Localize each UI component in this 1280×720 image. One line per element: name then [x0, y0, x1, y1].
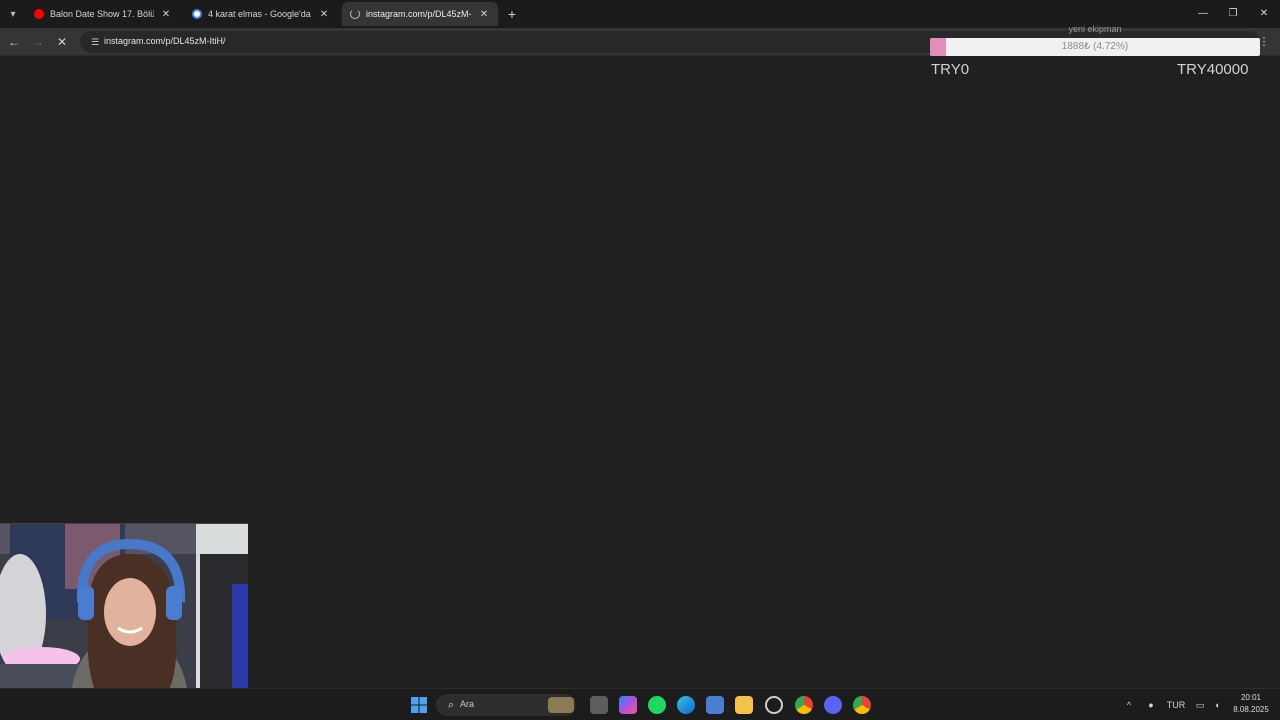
donation-progress-text: 1888₺ (4.72%): [1061, 41, 1129, 52]
clock-date: 8.08.2025: [1233, 705, 1269, 714]
windows-start-icon[interactable]: [410, 696, 428, 714]
discord-icon[interactable]: [824, 696, 842, 714]
tab-title: 4 karat elmas - Google'da Ara: [208, 9, 312, 19]
taskbar-search[interactable]: ⌕ Ara: [436, 694, 576, 716]
forward-icon[interactable]: →: [30, 34, 46, 50]
minimize-icon[interactable]: —: [1195, 6, 1211, 22]
donation-max-label: TRY40000: [1177, 61, 1249, 78]
close-window-icon[interactable]: ✕: [1256, 6, 1272, 22]
screen: ▾ Balon Date Show 17. Bölüm - YouTube ✕ …: [0, 0, 1280, 720]
google-icon: [192, 9, 202, 19]
search-icon: ⌕: [447, 699, 455, 711]
tab-youtube[interactable]: Balon Date Show 17. Bölüm - YouTube ✕: [26, 2, 180, 26]
tab-title: instagram.com/p/DL45zM-ItiH/: [366, 9, 472, 19]
restore-icon[interactable]: ❐: [1225, 6, 1241, 22]
search-placeholder: Ara: [460, 699, 475, 709]
chrome-active-icon[interactable]: [853, 696, 871, 714]
new-tab-icon[interactable]: +: [504, 6, 520, 22]
donation-goal-title: yeni ekipman: [1068, 24, 1122, 34]
network-icon[interactable]: ▭: [1193, 698, 1207, 712]
volume-icon[interactable]: ◖: [1210, 698, 1224, 712]
youtube-icon: [34, 9, 44, 19]
microphone-icon[interactable]: ●: [1144, 698, 1158, 712]
copilot-icon[interactable]: [619, 696, 637, 714]
close-tab-icon[interactable]: ✕: [478, 9, 490, 20]
donation-progress-bar: 1888₺ (4.72%): [930, 38, 1260, 56]
tab-title: Balon Date Show 17. Bölüm - YouTube: [50, 9, 154, 19]
language-indicator[interactable]: TUR: [1164, 698, 1188, 712]
stop-loading-icon[interactable]: ✕: [54, 34, 70, 50]
show-hidden-icons-icon[interactable]: ^: [1122, 698, 1136, 712]
site-info-icon[interactable]: ☰: [88, 35, 102, 49]
tab-google[interactable]: 4 karat elmas - Google'da Ara ✕: [184, 2, 338, 26]
close-tab-icon[interactable]: ✕: [160, 9, 172, 20]
microsoft-store-icon[interactable]: [706, 696, 724, 714]
chrome-icon[interactable]: [795, 696, 813, 714]
spotify-icon[interactable]: [648, 696, 666, 714]
steam-icon[interactable]: [765, 696, 783, 714]
edge-icon[interactable]: [677, 696, 695, 714]
clock-time: 20:01: [1240, 693, 1262, 702]
back-icon[interactable]: ←: [6, 34, 22, 50]
donation-min-label: TRY0: [931, 61, 970, 78]
taskbar: ⌕ Ara ^ ● TUR ▭ ◖ 20:01 8.08.2025: [0, 688, 1280, 720]
url-text[interactable]: instagram.com/p/DL45zM-ItiH/: [104, 36, 226, 46]
tab-instagram[interactable]: instagram.com/p/DL45zM-ItiH/ ✕: [342, 2, 498, 26]
search-highlight-icon: [548, 697, 574, 713]
close-tab-icon[interactable]: ✕: [318, 9, 330, 20]
file-explorer-icon[interactable]: [735, 696, 753, 714]
tab-search-menu-icon[interactable]: ▾: [4, 5, 22, 23]
system-clock[interactable]: 20:01 8.08.2025: [1226, 692, 1276, 716]
loading-icon: [350, 9, 360, 19]
task-view-icon[interactable]: [590, 696, 608, 714]
